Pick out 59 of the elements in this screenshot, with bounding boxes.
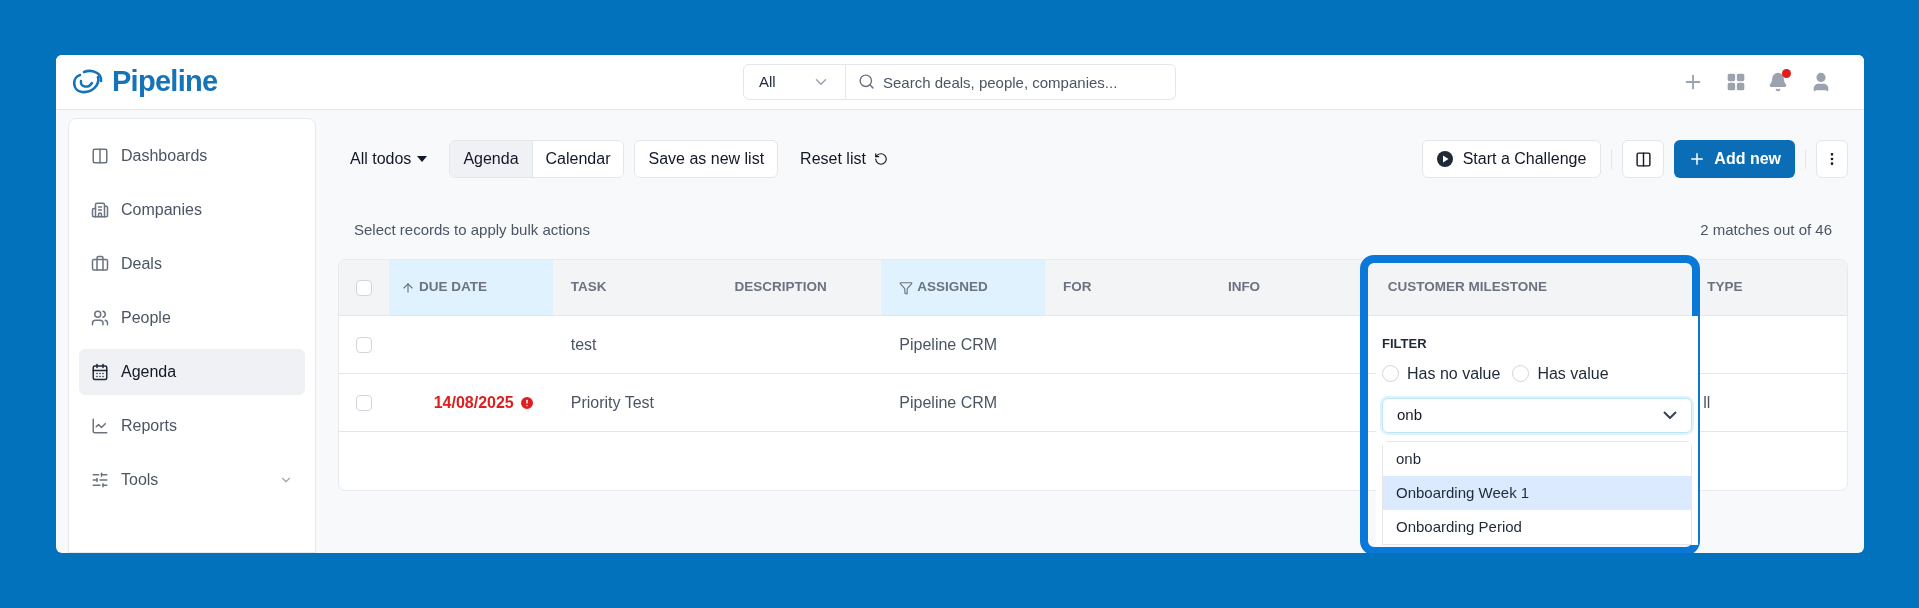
notifications-icon[interactable] [1768, 72, 1788, 92]
briefcase-icon [91, 255, 109, 273]
column-header[interactable]: ASSIGNED [881, 260, 1046, 315]
alert-icon [518, 394, 535, 411]
sliders-icon [91, 471, 109, 489]
list-menu-button[interactable]: All todos [338, 140, 440, 178]
filter-icon [899, 280, 914, 295]
bulk-actions-hint: Select records to apply bulk actions [354, 220, 590, 241]
column-header[interactable]: TASK [552, 260, 717, 315]
chevron-icon [1663, 411, 1677, 420]
sidebar-item[interactable]: Deals [79, 241, 305, 287]
assigned-cell-text: Pipeline CRM [899, 334, 998, 355]
select-all-checkbox[interactable] [355, 279, 372, 296]
filter-radio[interactable]: Has no value [1382, 361, 1501, 386]
play-icon [1436, 151, 1453, 167]
sidebar-item[interactable]: Dashboards [79, 133, 305, 179]
assigned-cell-text: Pipeline CRM [899, 392, 998, 413]
chart-icon [91, 417, 109, 435]
milestone-select[interactable]: onb [1382, 397, 1692, 433]
layout-button[interactable] [1622, 140, 1665, 178]
match-count: 2 matches out of 46 [1700, 220, 1832, 241]
column-header[interactable]: DUE DATE [388, 260, 553, 315]
sidebar-item[interactable]: Tools [79, 457, 305, 503]
reset-list-button[interactable]: Reset list [788, 140, 900, 178]
search-icon [858, 73, 875, 90]
building-icon [91, 201, 109, 219]
type-cell-text: ll [1703, 392, 1711, 413]
add-new-button[interactable]: Add new [1674, 140, 1795, 178]
apps-icon[interactable] [1726, 72, 1746, 92]
sidebar-item[interactable]: Reports [79, 403, 305, 449]
sidebar-item[interactable]: People [79, 295, 305, 341]
calendar-icon [91, 363, 109, 381]
column-header[interactable]: TYPE [1689, 260, 1847, 315]
row-checkbox[interactable] [355, 394, 372, 411]
sidebar-item[interactable]: Agenda [79, 349, 305, 395]
column-header[interactable]: DESCRIPTION [716, 260, 882, 315]
more-button[interactable] [1816, 140, 1848, 178]
view-tab[interactable]: Agenda [450, 141, 533, 177]
suggestion-item[interactable]: Onboarding Week 1 [1383, 476, 1691, 510]
sidebar-item[interactable]: Companies [79, 187, 305, 233]
challenge-button[interactable]: Start a Challenge [1421, 140, 1602, 178]
columns-icon [1634, 150, 1652, 168]
column-header[interactable]: CUSTOMER MILESTONE [1369, 260, 1690, 315]
column-header[interactable]: INFO [1209, 260, 1370, 315]
due-date-cell-text: 14/08/2025 [433, 392, 514, 413]
caret-icon [417, 156, 428, 162]
row-checkbox[interactable] [355, 336, 372, 353]
search-field[interactable]: Search deals, people, companies... [846, 64, 1176, 100]
reset-icon [873, 152, 888, 166]
task-cell-text: test [570, 334, 597, 355]
search-scope-dropdown[interactable]: All [743, 64, 846, 100]
save-list-button[interactable]: Save as new list [634, 140, 779, 178]
column-header[interactable]: FOR [1045, 260, 1210, 315]
logo-text: Pipeline [112, 64, 218, 100]
filter-radio[interactable]: Has value [1512, 361, 1609, 386]
filter-title: FILTER [1382, 335, 1428, 353]
dashboard-icon [91, 147, 109, 165]
people-icon [91, 309, 109, 327]
task-cell-text: Priority Test [570, 392, 654, 413]
